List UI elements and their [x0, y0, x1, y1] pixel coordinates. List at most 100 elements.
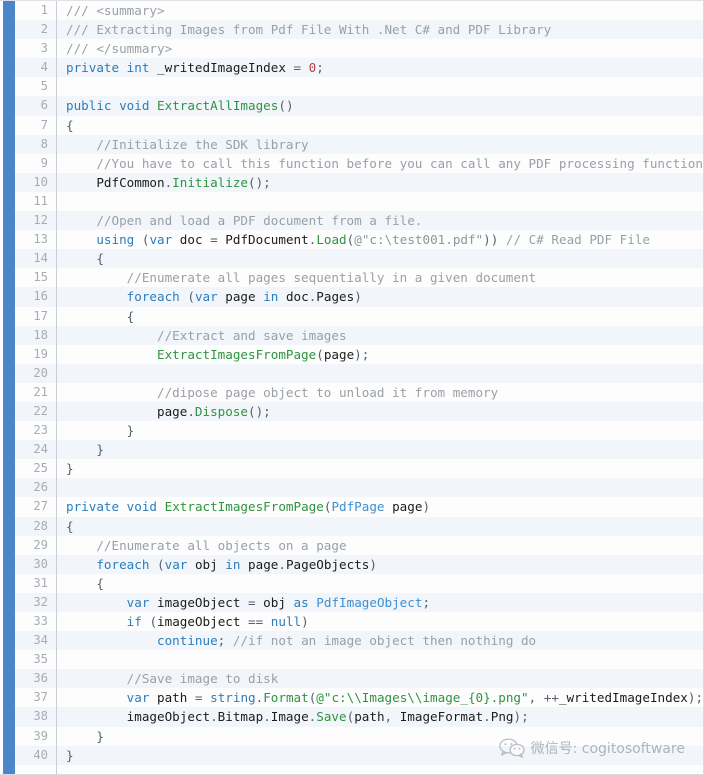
- token-punc: ): [422, 499, 431, 515]
- left-margin: [0, 1, 3, 774]
- code-line: 9 //You have to call this function befor…: [0, 153, 703, 173]
- token-cmt: //Extract and save images: [157, 327, 347, 343]
- token-kw: if: [126, 614, 142, 629]
- line-number: 7: [40, 117, 48, 132]
- token-punc: ==: [248, 614, 264, 629]
- token-cmt: //dipose page object to unload it from m…: [157, 384, 499, 400]
- token-punc: .: [187, 403, 195, 419]
- code-line: 32 var imageObject = obj as PdfImageObje…: [0, 592, 703, 612]
- line-number: 21: [33, 384, 48, 399]
- token-punc: }: [66, 461, 74, 477]
- token-plain: imageObject: [149, 594, 248, 610]
- token-cmt: /// <summary>: [66, 3, 165, 18]
- token-punc: ;: [316, 60, 324, 76]
- line-number: 29: [33, 537, 48, 552]
- token-punc: );: [354, 346, 370, 362]
- token-cmt: /// Extracting Images from Pdf File With…: [66, 22, 552, 38]
- line-number: 23: [33, 423, 48, 438]
- code-line: 15 //Enumerate all pages sequentially in…: [0, 268, 703, 288]
- token-punc: ();: [248, 174, 271, 190]
- token-plain: obj: [187, 556, 226, 572]
- token-kw: var: [126, 594, 150, 610]
- token-punc: (): [278, 98, 294, 114]
- token-punc: {: [66, 117, 74, 133]
- line-number: 1: [40, 3, 48, 17]
- line-source: page.Dispose();: [66, 402, 703, 421]
- token-punc: .: [263, 709, 271, 725]
- token-plain: page: [384, 499, 423, 515]
- line-number: 36: [33, 671, 48, 686]
- token-kw: continue: [157, 633, 218, 649]
- line-source: {: [66, 116, 703, 135]
- token-punc: .: [210, 709, 218, 725]
- token-punc: ();: [248, 403, 271, 419]
- code-line: 37 var path = string.Format(@"c:\\Images…: [0, 688, 703, 708]
- token-cmt: //Open and load a PDF document from a fi…: [96, 213, 423, 229]
- token-punc: ): [369, 556, 377, 572]
- line-source: }: [66, 440, 703, 459]
- line-source: //Save image to disk: [66, 669, 703, 688]
- code-line: 33 if (imageObject == null): [0, 612, 703, 632]
- line-number: 13: [33, 232, 48, 247]
- line-source: ExtractImagesFromPage(page);: [66, 345, 703, 364]
- line-source: }: [66, 459, 703, 478]
- code-line: 17 {: [0, 306, 703, 326]
- line-number: 4: [40, 60, 48, 75]
- token-plain: path: [149, 690, 195, 706]
- token-str-d: @"c:\test001.pdf": [354, 232, 484, 248]
- token-kw: in: [225, 556, 241, 572]
- line-source: {: [66, 307, 703, 326]
- token-kw: string: [210, 690, 256, 706]
- token-kw: null: [270, 614, 302, 629]
- token-type: PdfImageObject: [316, 594, 423, 610]
- code-line: 21 //dipose page object to unload it fro…: [0, 382, 703, 402]
- code-line: 20: [0, 363, 703, 383]
- line-number: 31: [33, 575, 48, 590]
- token-plain: _writedImageIndex: [558, 690, 688, 706]
- code-line: 11: [0, 191, 703, 212]
- token-fn: Dispose: [194, 403, 248, 419]
- line-number: 25: [33, 461, 48, 476]
- line-source: /// </summary>: [66, 39, 703, 58]
- token-punc: {: [66, 518, 74, 534]
- line-number: 32: [33, 594, 48, 609]
- line-source: //Enumerate all objects on a page: [66, 536, 703, 555]
- line-source: var imageObject = obj as PdfImageObject;: [66, 593, 703, 612]
- line-number: 30: [33, 556, 48, 571]
- line-source: private int _writedImageIndex = 0;: [66, 58, 703, 77]
- line-number: 16: [33, 289, 48, 304]
- token-fn: Save: [316, 709, 347, 725]
- code-line: 18 //Extract and save images: [0, 325, 703, 345]
- line-number: 27: [33, 499, 48, 514]
- token-punc: {: [96, 251, 104, 267]
- line-number: 11: [33, 193, 48, 208]
- code-line: 38 imageObject.Bitmap.Image.Save(path, I…: [0, 707, 703, 727]
- token-plain: imageObject: [157, 614, 249, 629]
- token-plain: path: [354, 709, 385, 725]
- token-kw: public: [66, 98, 112, 114]
- line-number: 20: [33, 365, 48, 380]
- token-punc: ): [354, 289, 362, 305]
- line-number: 34: [33, 633, 48, 648]
- line-number: 35: [33, 652, 48, 667]
- code-line: 13 using (var doc = PdfDocument.Load(@"c…: [0, 230, 703, 250]
- line-number: 33: [33, 614, 48, 628]
- code-line: 1 /// <summary>: [0, 1, 703, 21]
- token-cmt: //if not an image object then nothing do: [232, 633, 537, 649]
- token-punc: =: [194, 690, 203, 706]
- code-line: 31 {: [0, 573, 703, 593]
- token-punc: ;: [422, 594, 431, 610]
- code-line: 26: [0, 478, 703, 498]
